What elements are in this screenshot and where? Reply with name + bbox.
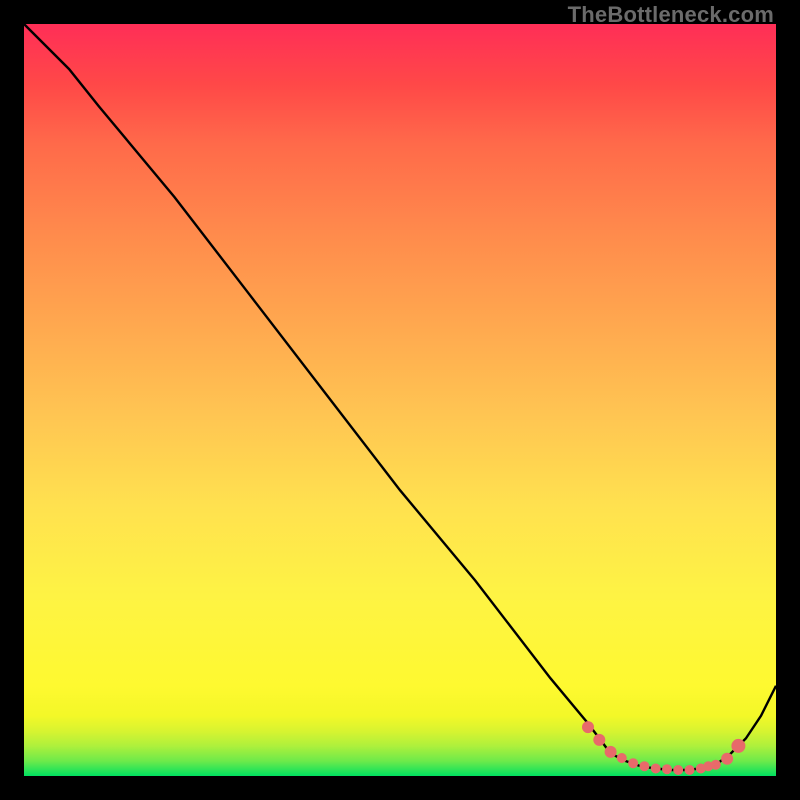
plot-overlay: [24, 24, 776, 776]
highlight-marker: [617, 753, 627, 763]
highlight-marker: [605, 746, 617, 758]
highlight-marker: [731, 739, 745, 753]
highlight-markers: [582, 721, 745, 775]
highlight-marker: [673, 765, 683, 775]
highlight-marker: [685, 765, 695, 775]
highlight-marker: [711, 760, 721, 770]
curve-group: [24, 24, 776, 775]
highlight-marker: [582, 721, 594, 733]
highlight-marker: [593, 734, 605, 746]
highlight-marker: [639, 761, 649, 771]
highlight-marker: [651, 764, 661, 774]
bottleneck-curve: [24, 24, 776, 770]
highlight-marker: [721, 753, 733, 765]
highlight-marker: [628, 758, 638, 768]
gradient-plot-area: [24, 24, 776, 776]
chart-frame: TheBottleneck.com: [0, 0, 800, 800]
highlight-marker: [662, 764, 672, 774]
